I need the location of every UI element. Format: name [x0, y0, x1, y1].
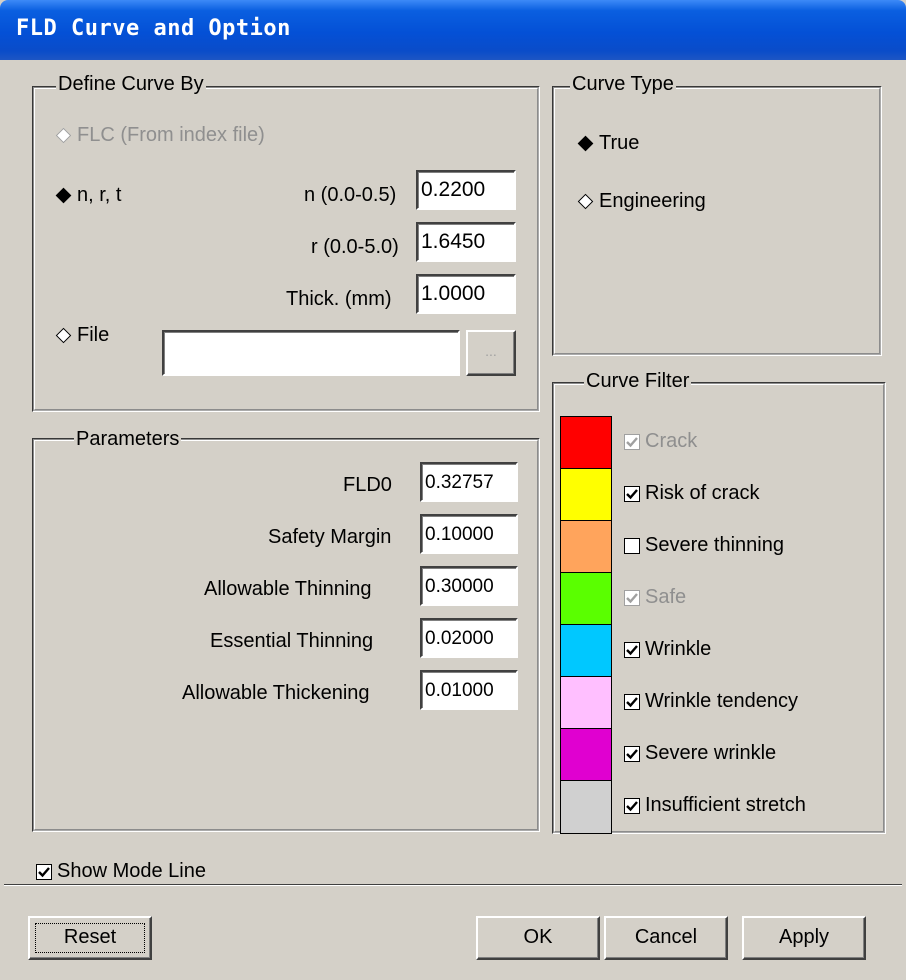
checkbox-checked-icon	[624, 745, 640, 762]
separator	[4, 884, 902, 886]
r-input[interactable]: 1.6450	[416, 222, 516, 262]
checkbox-empty-icon	[624, 537, 640, 554]
color-swatch	[560, 520, 612, 574]
define-curve-legend: Define Curve By	[56, 73, 206, 96]
radio-selected-icon	[577, 135, 594, 152]
filter-checkbox[interactable]: Risk of crack	[624, 482, 759, 505]
filter-checkbox[interactable]: Wrinkle	[624, 638, 711, 661]
ok-button[interactable]: OK	[476, 916, 600, 960]
radio-true-label: True	[599, 132, 640, 154]
param-label: Allowable Thickening	[182, 682, 370, 704]
allowable-thinning-input[interactable]: 0.30000	[420, 566, 518, 606]
curve-filter-legend: Curve Filter	[584, 370, 692, 393]
reset-button[interactable]: Reset	[28, 916, 152, 960]
thick-input[interactable]: 1.0000	[416, 274, 516, 314]
file-path-input[interactable]	[162, 330, 460, 376]
filter-checkbox-label: Risk of crack	[645, 482, 760, 504]
radio-file[interactable]: File	[55, 324, 110, 347]
allowable-thickening-input[interactable]: 0.01000	[420, 670, 518, 710]
filter-checkbox-label: Wrinkle tendency	[645, 690, 799, 712]
essential-thinning-input[interactable]: 0.02000	[420, 618, 518, 658]
safety-margin-input[interactable]: 0.10000	[420, 514, 518, 554]
color-swatch	[560, 416, 612, 470]
filter-checkbox-label: Severe wrinkle	[645, 742, 777, 764]
filter-checkbox[interactable]: Insufficient stretch	[624, 794, 806, 817]
browse-button[interactable]: ...	[466, 330, 516, 376]
color-swatch	[560, 780, 612, 834]
radio-engineering[interactable]: Engineering	[577, 190, 706, 213]
radio-file-label: File	[77, 324, 110, 346]
parameters-legend: Parameters	[74, 428, 182, 451]
color-swatch	[560, 624, 612, 678]
color-swatch	[560, 728, 612, 782]
radio-nrt-label: n, r, t	[77, 184, 122, 206]
radio-flc: FLC (From index file)	[55, 124, 265, 147]
filter-checkbox-label: Insufficient stretch	[645, 794, 806, 816]
radio-engineering-label: Engineering	[599, 190, 706, 212]
radio-flc-label: FLC (From index file)	[77, 124, 265, 146]
checkbox-checked-icon	[624, 433, 640, 450]
checkbox-checked-icon	[624, 693, 640, 710]
checkbox-checked-icon	[624, 641, 640, 658]
param-label: Allowable Thinning	[204, 578, 372, 600]
filter-checkbox[interactable]: Wrinkle tendency	[624, 690, 798, 713]
filter-checkbox-label: Severe thinning	[645, 534, 784, 556]
filter-checkbox[interactable]: Severe thinning	[624, 534, 784, 557]
filter-checkbox-label: Wrinkle	[645, 638, 712, 660]
radio-selected-icon	[55, 187, 72, 204]
radio-indicator-icon	[577, 193, 594, 210]
checkbox-checked-icon	[624, 797, 640, 814]
param-label: FLD0	[343, 474, 392, 496]
fld0-input[interactable]: 0.32757	[420, 462, 518, 502]
n-label: n (0.0-0.5)	[304, 184, 397, 206]
checkbox-checked-icon	[624, 589, 640, 606]
r-label: r (0.0-5.0)	[311, 236, 399, 258]
show-mode-line-checkbox[interactable]: Show Mode Line	[36, 860, 206, 883]
apply-button[interactable]: Apply	[742, 916, 866, 960]
radio-indicator-icon	[55, 127, 72, 144]
radio-indicator-icon	[55, 327, 72, 344]
window-title: FLD Curve and Option	[16, 16, 291, 41]
color-swatch	[560, 676, 612, 730]
filter-checkbox-label: Crack	[645, 430, 698, 452]
curve-type-group	[552, 86, 882, 356]
radio-nrt[interactable]: n, r, t	[55, 184, 122, 207]
title-bar[interactable]: FLD Curve and Option	[0, 0, 906, 60]
param-label: Safety Margin	[268, 526, 392, 548]
filter-checkbox-label: Safe	[645, 586, 687, 608]
color-swatch	[560, 572, 612, 626]
filter-checkbox: Safe	[624, 586, 686, 609]
cancel-button[interactable]: Cancel	[604, 916, 728, 960]
thick-label: Thick. (mm)	[286, 288, 392, 310]
filter-checkbox[interactable]: Severe wrinkle	[624, 742, 776, 765]
checkbox-checked-icon	[624, 485, 640, 502]
dialog-body: Define Curve By FLC (From index file) n,…	[4, 60, 902, 976]
checkbox-checked-icon	[36, 863, 52, 880]
param-label: Essential Thinning	[210, 630, 374, 652]
radio-true[interactable]: True	[577, 132, 640, 155]
curve-type-legend: Curve Type	[570, 73, 676, 96]
color-swatch	[560, 468, 612, 522]
show-mode-line-label: Show Mode Line	[57, 860, 206, 882]
n-input[interactable]: 0.2200	[416, 170, 516, 210]
filter-checkbox: Crack	[624, 430, 697, 453]
